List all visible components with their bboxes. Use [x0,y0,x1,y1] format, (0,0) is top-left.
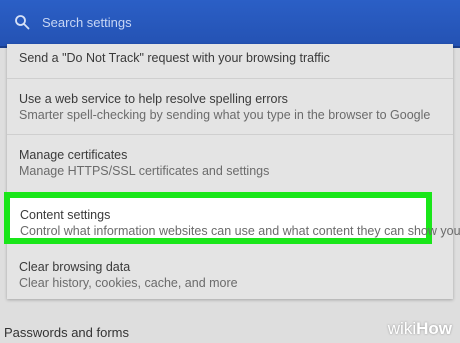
setting-subtitle: Clear history, cookies, cache, and more [19,276,238,290]
setting-title: Use a web service to help resolve spelli… [19,92,288,106]
logo-how-text: How [416,319,452,338]
search-icon [15,15,30,30]
setting-title: Content settings [20,208,111,222]
setting-subtitle: Manage HTTPS/SSL certificates and settin… [19,164,270,178]
divider [7,78,453,79]
wikihow-logo: wikiHow [388,319,452,339]
divider [7,134,453,135]
setting-subtitle: Control what information websites can us… [20,224,460,238]
setting-title: Clear browsing data [19,260,131,274]
setting-manage-certificates[interactable]: Manage certificates Manage HTTPS/SSL cer… [19,147,269,179]
setting-content-settings[interactable]: Content settings Control what informatio… [4,192,460,244]
logo-wiki-text: wiki [387,319,417,338]
setting-spelling-service[interactable]: Use a web service to help resolve spelli… [19,91,430,123]
setting-clear-browsing-data[interactable]: Clear browsing data Clear history, cooki… [19,259,238,291]
search-input[interactable]: Search settings [42,15,132,30]
section-title-passwords: Passwords and forms [4,325,129,340]
search-bar[interactable]: Search settings [0,0,460,48]
setting-subtitle: Smarter spell-checking by sending what y… [19,108,431,122]
setting-do-not-track[interactable]: Send a "Do Not Track" request with your … [19,50,330,66]
setting-title: Send a "Do Not Track" request with your … [19,51,330,65]
setting-title: Manage certificates [19,148,128,162]
